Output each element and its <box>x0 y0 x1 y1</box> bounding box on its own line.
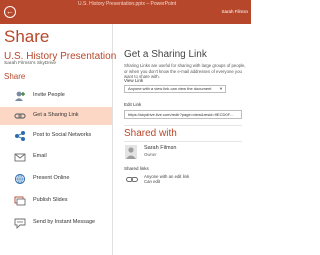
sidebar-item-label: Publish Slides <box>33 197 68 203</box>
shared-person-name: Sarah Filmsn <box>144 145 177 151</box>
sidebar-item-invite-people[interactable]: Invite People <box>0 87 112 105</box>
back-arrow-icon[interactable]: ← <box>4 6 16 18</box>
sidebar-item-get-sharing-link[interactable]: Get a Sharing Link <box>0 107 112 125</box>
share-section-label: Share <box>4 72 26 81</box>
present-online-icon <box>14 173 26 185</box>
edit-link-value: https://skydrive.live.com/redir?page=vie… <box>128 112 233 117</box>
email-icon <box>14 153 26 162</box>
shared-links-label: Shared links <box>124 166 149 171</box>
sidebar-item-label: Get a Sharing Link <box>33 112 79 118</box>
link-icon <box>126 177 138 182</box>
sidebar-item-present-online[interactable]: Present Online <box>0 170 112 188</box>
section-divider <box>124 141 242 142</box>
sharing-link-icon <box>14 113 26 119</box>
sidebar-item-label: Send by Instant Message <box>33 219 96 225</box>
sidebar-item-post-to-social-networks[interactable]: Post to Social Networks <box>0 127 112 145</box>
view-link-value: Anyone with a view link can view the doc… <box>128 86 212 91</box>
shared-with-heading: Shared with <box>124 128 177 139</box>
section-divider <box>124 125 242 126</box>
sidebar-item-email[interactable]: Email <box>0 148 112 166</box>
view-link-select[interactable]: Anyone with a view link can view the doc… <box>124 85 226 93</box>
presentation-location: Sarah Filmsn's SkyDrive <box>4 61 57 66</box>
sidebar-item-publish-slides[interactable]: Publish Slides <box>0 192 112 210</box>
view-link-label: View Link <box>124 78 144 83</box>
shared-link-description: Anyone with an edit link Can edit <box>144 174 190 185</box>
chevron-down-icon: ▼ <box>219 86 223 91</box>
sharing-link-heading: Get a Sharing Link <box>124 49 207 60</box>
sidebar-item-label: Email <box>33 153 47 159</box>
title-bar: ← U.S. History Presentation.pptx – Power… <box>0 0 251 24</box>
document-title: U.S. History Presentation.pptx – PowerPo… <box>78 1 177 7</box>
sidebar-item-label: Post to Social Networks <box>33 132 92 138</box>
avatar <box>125 145 137 159</box>
page-title: Share <box>4 27 50 46</box>
invite-people-icon <box>15 91 25 101</box>
social-networks-icon <box>15 131 25 141</box>
user-name[interactable]: Sarah Filmsn <box>221 9 248 14</box>
sidebar-item-label: Present Online <box>33 175 70 181</box>
publish-slides-icon <box>14 196 26 206</box>
sidebar-item-send-by-instant-message[interactable]: Send by Instant Message <box>0 214 112 232</box>
sidebar-item-label: Invite People <box>33 92 65 98</box>
edit-link-label: Edit Link <box>124 102 142 107</box>
edit-link-field[interactable]: https://skydrive.live.com/redir?page=vie… <box>124 110 242 119</box>
instant-message-icon <box>14 218 26 229</box>
shared-person-role: Owner <box>144 152 157 157</box>
